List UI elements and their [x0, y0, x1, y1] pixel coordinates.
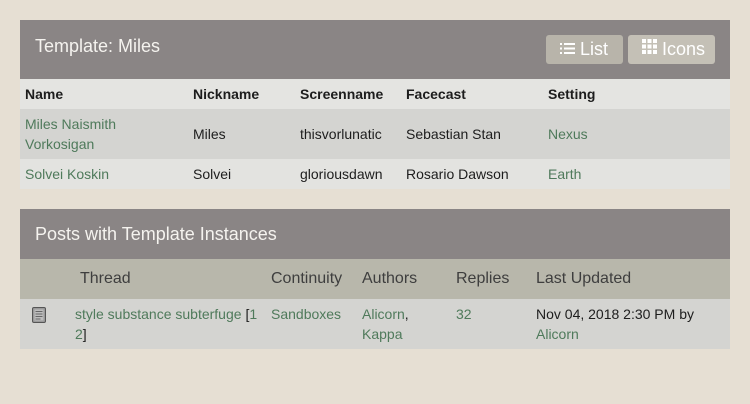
- list-icon: [560, 34, 575, 63]
- setting-link[interactable]: Nexus: [548, 126, 588, 142]
- last-updated-cell: Nov 04, 2018 2:30 PM by Alicorn: [531, 299, 730, 349]
- character-name-link[interactable]: Solvei Koskin: [25, 166, 109, 182]
- posts-title: Posts with Template Instances: [35, 224, 277, 244]
- author-link[interactable]: Kappa: [362, 326, 402, 342]
- table-row: style substance subterfuge [1 2] Sandbox…: [20, 299, 730, 349]
- character-name-cell: Solvei Koskin: [20, 159, 188, 189]
- icons-view-label: Icons: [662, 39, 706, 59]
- screenname-cell: gloriousdawn: [295, 159, 401, 189]
- nickname-cell: Solvei: [188, 159, 295, 189]
- facecast-cell: Rosario Dawson: [401, 159, 543, 189]
- replies-link[interactable]: 32: [456, 306, 472, 322]
- list-view-label: List: [580, 39, 609, 59]
- col-header-name: Name: [20, 79, 188, 109]
- col-header-screenname: Screenname: [295, 79, 401, 109]
- nickname-cell: Miles: [188, 109, 295, 159]
- posts-panel: Posts with Template Instances Thread Con…: [20, 209, 730, 349]
- col-header-thread: Thread: [70, 259, 266, 299]
- screenname-cell: thisvorlunatic: [295, 109, 401, 159]
- table-row: Solvei Koskin Solvei gloriousdawn Rosari…: [20, 159, 730, 189]
- template-table-header-row: Name Nickname Screenname Facecast Settin…: [20, 79, 730, 109]
- character-name-cell: Miles Naismith Vorkosigan: [20, 109, 188, 159]
- col-header-authors: Authors: [357, 259, 451, 299]
- grid-icon: [642, 34, 657, 63]
- author-link[interactable]: Alicorn: [362, 306, 405, 322]
- posts-table-header-row: Thread Continuity Authors Replies Last U…: [20, 259, 730, 299]
- table-row: Miles Naismith Vorkosigan Miles thisvorl…: [20, 109, 730, 159]
- col-header-facecast: Facecast: [401, 79, 543, 109]
- list-view-button[interactable]: List: [546, 35, 623, 64]
- continuity-link[interactable]: Sandboxes: [271, 306, 341, 322]
- facecast-cell: Sebastian Stan: [401, 109, 543, 159]
- thread-link[interactable]: style substance subterfuge: [75, 306, 242, 322]
- replies-cell: 32: [451, 299, 531, 349]
- template-header: Template: Miles List Icons: [20, 20, 730, 79]
- col-header-setting: Setting: [543, 79, 730, 109]
- posts-header: Posts with Template Instances: [20, 209, 730, 259]
- last-updated-by: by: [679, 306, 694, 322]
- page-link-1[interactable]: 1: [249, 306, 257, 322]
- page-bracket-close: ]: [82, 326, 87, 342]
- col-header-last-updated: Last Updated: [531, 259, 730, 299]
- post-icon-cell: [20, 299, 70, 349]
- last-updated-time: Nov 04, 2018 2:30 PM: [536, 306, 676, 322]
- thread-cell: style substance subterfuge [1 2]: [70, 299, 266, 349]
- page-link-2[interactable]: 2: [75, 326, 83, 342]
- continuity-cell: Sandboxes: [266, 299, 357, 349]
- authors-cell: Alicorn, Kappa: [357, 299, 451, 349]
- document-icon: [32, 307, 46, 326]
- col-header-replies: Replies: [451, 259, 531, 299]
- template-panel: Template: Miles List Icons Name Nickname…: [20, 20, 730, 189]
- icons-view-button[interactable]: Icons: [628, 35, 715, 64]
- setting-cell: Earth: [543, 159, 730, 189]
- col-header-icon: [20, 259, 70, 299]
- last-updated-user-link[interactable]: Alicorn: [536, 326, 579, 342]
- col-header-nickname: Nickname: [188, 79, 295, 109]
- posts-table: Thread Continuity Authors Replies Last U…: [20, 259, 730, 349]
- author-separator: ,: [404, 306, 409, 322]
- setting-cell: Nexus: [543, 109, 730, 159]
- setting-link[interactable]: Earth: [548, 166, 581, 182]
- template-table: Name Nickname Screenname Facecast Settin…: [20, 79, 730, 189]
- col-header-continuity: Continuity: [266, 259, 357, 299]
- template-title: Template: Miles: [35, 36, 161, 56]
- character-name-link[interactable]: Miles Naismith Vorkosigan: [25, 116, 116, 152]
